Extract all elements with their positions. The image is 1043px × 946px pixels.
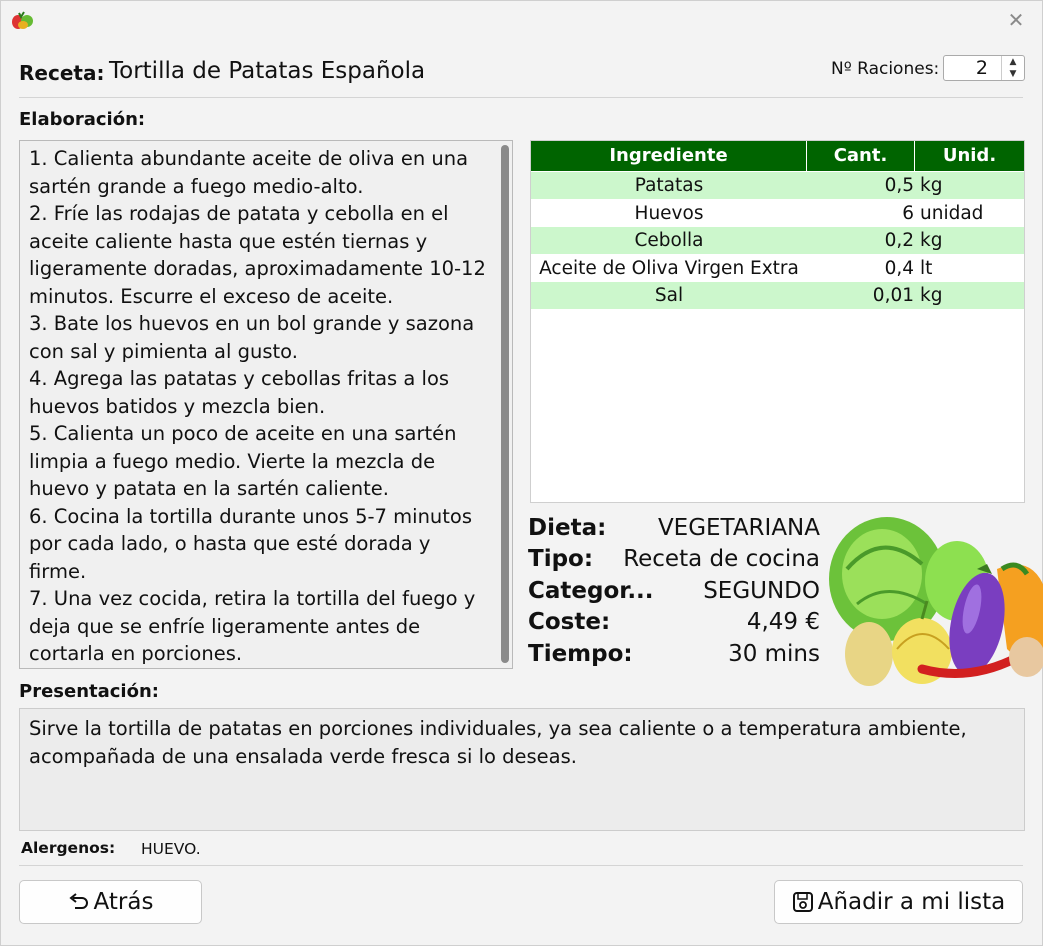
time-value: 30 mins — [728, 641, 820, 667]
vegetables-illustration — [827, 509, 1043, 699]
table-row[interactable]: Cebolla 0,2 kg — [531, 227, 1024, 254]
ingredient-unit: kg — [920, 285, 943, 306]
ingredient-qty: 0,4 — [884, 258, 914, 279]
add-to-list-label: Añadir a mi lista — [817, 889, 1006, 915]
ingredient-name: Cebolla — [634, 230, 704, 251]
allergens-value: HUEVO. — [141, 840, 201, 858]
type-row: Tipo: Receta de cocina — [528, 546, 820, 578]
presentation-text: Sirve la tortilla de patatas en porcione… — [29, 717, 967, 768]
column-header-ingredient[interactable]: Ingrediente — [531, 141, 807, 171]
stepper-up-icon[interactable]: ▲ — [1002, 56, 1024, 68]
ingredient-qty: 6 — [902, 203, 914, 224]
cost-label: Coste: — [528, 609, 611, 635]
recipe-title: Tortilla de Patatas Española — [109, 58, 426, 84]
diet-row: Dieta: VEGETARIANA — [528, 515, 820, 547]
column-header-unit[interactable]: Unid. — [915, 141, 1024, 171]
table-header: Ingrediente Cant. Unid. — [531, 141, 1024, 171]
header-divider — [19, 97, 1023, 98]
elaboration-textarea[interactable]: 1. Calienta abundante aceite de oliva en… — [19, 140, 513, 669]
elaboration-scrollbar[interactable] — [501, 145, 509, 663]
column-header-quantity[interactable]: Cant. — [807, 141, 915, 171]
time-row: Tiempo: 30 mins — [528, 641, 820, 673]
type-label: Tipo: — [528, 546, 594, 572]
ingredient-name: Patatas — [634, 175, 704, 196]
undo-arrow-icon — [68, 892, 90, 912]
table-row[interactable]: Sal 0,01 kg — [531, 282, 1024, 309]
elaboration-text: 1. Calienta abundante aceite de oliva en… — [29, 147, 486, 665]
time-label: Tiempo: — [528, 641, 633, 667]
diet-label: Dieta: — [528, 515, 607, 541]
ingredient-name: Sal — [654, 285, 684, 306]
ingredient-unit: kg — [920, 230, 943, 251]
ingredient-unit: lt — [920, 258, 933, 279]
recipe-label: Receta: — [19, 61, 105, 85]
category-value: SEGUNDO — [703, 578, 820, 604]
table-row[interactable]: Patatas 0,5 kg — [531, 172, 1024, 199]
ingredient-qty: 0,5 — [884, 175, 914, 196]
table-row[interactable]: Aceite de Oliva Virgen Extra 0,4 lt — [531, 255, 1024, 282]
elaboration-label: Elaboración: — [19, 109, 146, 130]
recipe-window: ✕ Receta: Tortilla de Patatas Española N… — [0, 0, 1043, 946]
type-value: Receta de cocina — [623, 546, 820, 572]
cost-value: 4,49 € — [746, 609, 820, 635]
ingredient-qty: 0,2 — [884, 230, 914, 251]
back-button-label: Atrás — [93, 889, 154, 915]
stepper-buttons[interactable]: ▲ ▼ — [1001, 56, 1024, 80]
ingredient-name: Huevos — [634, 203, 704, 224]
footer-divider — [19, 865, 1023, 866]
stepper-down-icon[interactable]: ▼ — [1002, 68, 1024, 80]
allergens-label: Alergenos: — [21, 839, 116, 857]
vegetables-app-icon — [11, 9, 35, 31]
ingredient-unit: kg — [920, 175, 943, 196]
servings-stepper[interactable]: 2 ▲ ▼ — [943, 55, 1025, 81]
close-icon[interactable]: ✕ — [1005, 9, 1027, 31]
ingredients-table[interactable]: Ingrediente Cant. Unid. Patatas 0,5 kg H… — [530, 140, 1025, 503]
servings-value[interactable]: 2 — [976, 57, 988, 79]
servings-label: Nº Raciones: — [831, 59, 940, 79]
ingredient-name: Aceite de Oliva Virgen Extra — [539, 258, 799, 279]
category-label: Categor... — [528, 578, 654, 604]
add-to-list-button[interactable]: Añadir a mi lista — [774, 880, 1023, 924]
diet-value: VEGETARIANA — [657, 515, 820, 541]
table-row[interactable]: Huevos 6 unidad — [531, 200, 1024, 227]
ingredient-qty: 0,01 — [872, 285, 914, 306]
save-disk-icon — [792, 891, 814, 913]
ingredient-unit: unidad — [920, 203, 984, 224]
cost-row: Coste: 4,49 € — [528, 609, 820, 641]
presentation-textarea[interactable]: Sirve la tortilla de patatas en porcione… — [19, 708, 1025, 831]
presentation-label: Presentación: — [19, 681, 159, 702]
back-button[interactable]: Atrás — [19, 880, 202, 924]
category-row: Categor... SEGUNDO — [528, 578, 820, 610]
